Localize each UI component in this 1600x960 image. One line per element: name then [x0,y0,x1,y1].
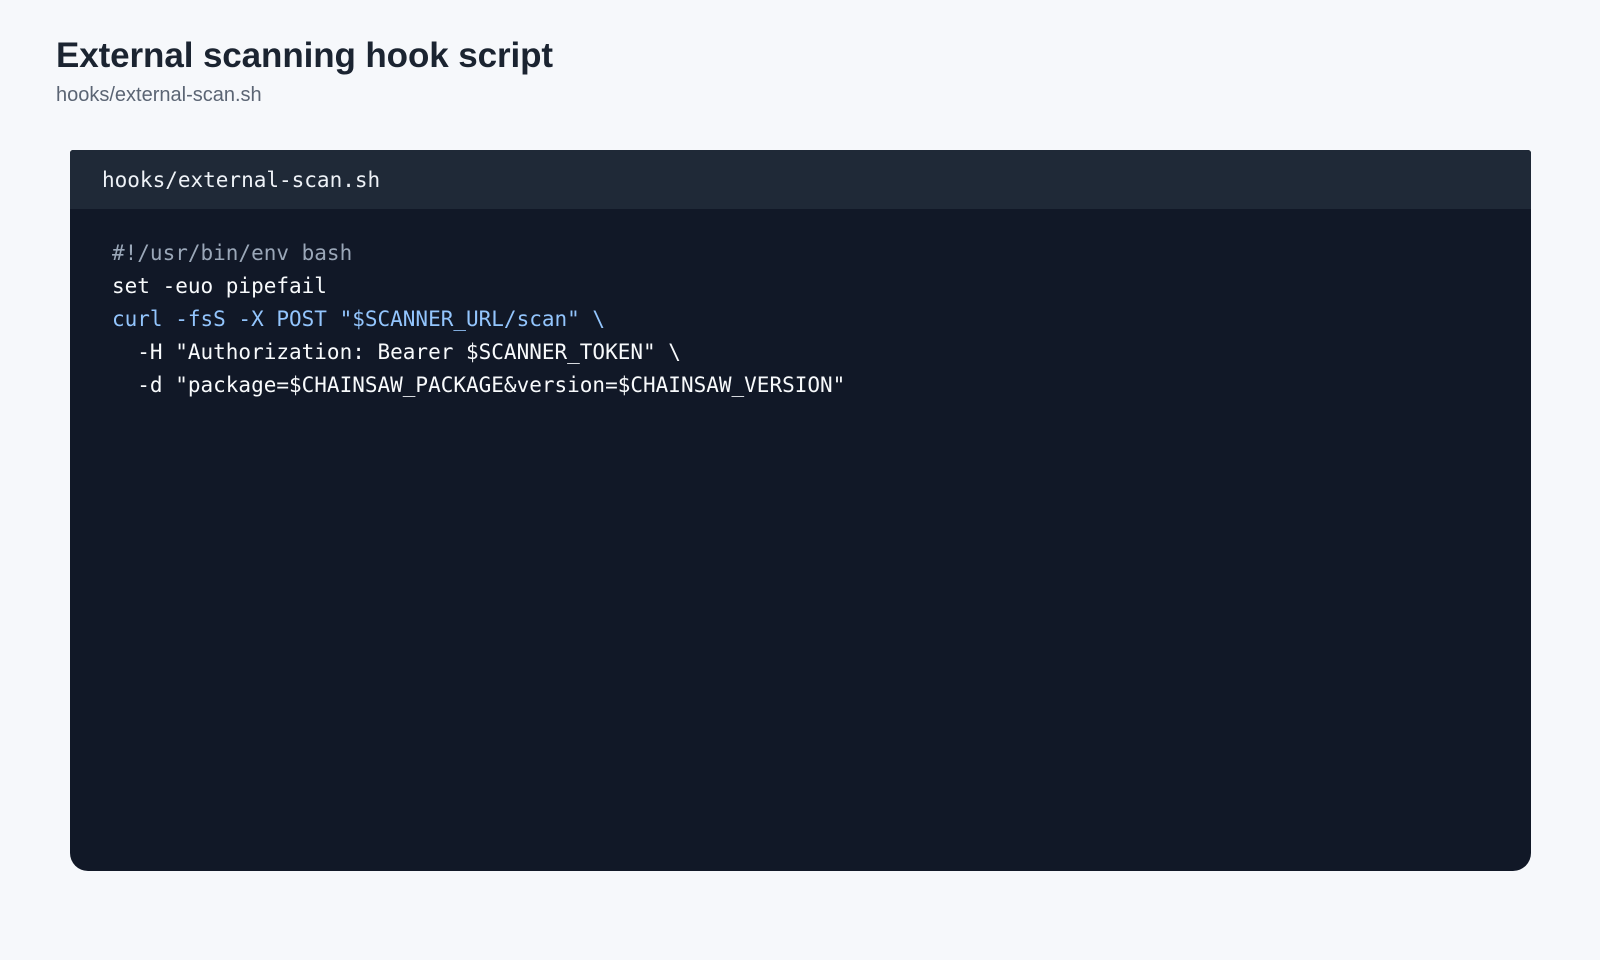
code-line-authorization-header: -H "Authorization: Bearer $SCANNER_TOKEN… [112,340,681,364]
code-line-curl-command: curl -fsS -X POST "$SCANNER_URL/scan" \ [112,307,606,331]
code-filename: hooks/external-scan.sh [102,167,381,192]
code-line-shebang: #!/usr/bin/env bash [112,241,353,265]
code-line-shell-options: set -euo pipefail [112,274,327,298]
code-body: #!/usr/bin/env bash set -euo pipefail curl… [70,209,1531,402]
script-code-panel: hooks/external-scan.sh #!/usr/bin/env ba… [70,150,1531,871]
code-file-header: hooks/external-scan.sh [70,150,1531,209]
page-title: External scanning hook script [56,36,553,75]
page-subtitle: hooks/external-scan.sh [56,84,262,106]
code-line-request-data: -d "package=$CHAINSAW_PACKAGE&version=$C… [112,373,846,397]
page-header: External scanning hook script hooks/exte… [56,34,553,107]
